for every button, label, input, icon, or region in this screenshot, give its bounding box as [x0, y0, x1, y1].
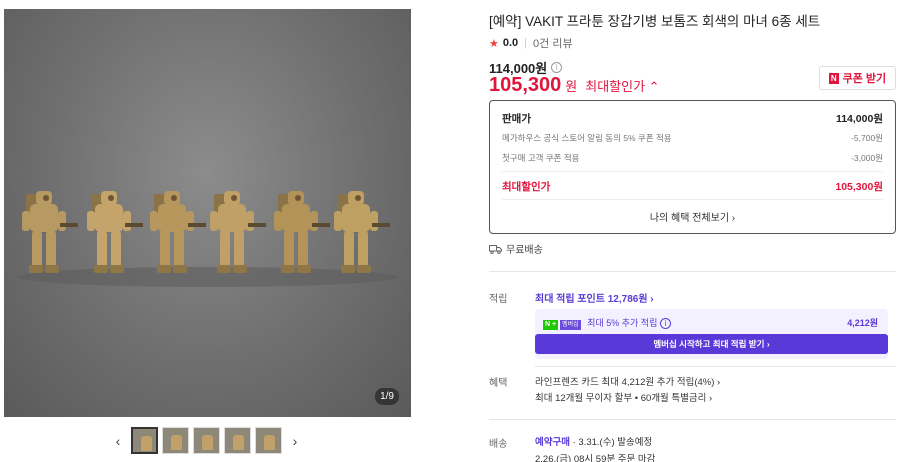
card-benefit-link[interactable]: 라인프렌즈 카드 최대 4,212원 추가 적립(4%) ›: [535, 374, 720, 388]
discount-2-value: -3,000원: [851, 153, 883, 163]
sell-price-value: 114,000원: [835, 113, 883, 125]
image-counter: 1/9: [375, 388, 399, 405]
robot-figure: [274, 191, 330, 273]
product-title: [예약] VAKIT 프라툰 장갑기병 보톰즈 회색의 마녀 6종 세트: [489, 14, 821, 29]
membership-row: N + 멤버십 최대 5% 추가 적립 i 4,212원: [543, 316, 878, 330]
points-section-label: 적립: [489, 294, 508, 305]
robot-figure: [150, 191, 206, 273]
rating-row: ★ 0.0 | 0건 리뷰: [489, 35, 573, 51]
prev-thumb-button[interactable]: ‹: [109, 433, 127, 449]
product-main-image[interactable]: 1/9: [4, 9, 411, 417]
section-divider: [489, 271, 896, 272]
sale-price-row: 105,300 원 최대할인가 ⌃: [489, 74, 660, 97]
sell-price-row: 판매가 114,000원: [502, 111, 883, 126]
thumbnail-2[interactable]: [162, 427, 189, 454]
robot-figure: [334, 191, 390, 273]
naver-plus-icon: N +: [543, 320, 559, 330]
divider: [502, 199, 883, 200]
review-count-link[interactable]: 0건 리뷰: [533, 35, 573, 51]
price-breakdown-box: 판매가 114,000원 메가하우스 공식 스토어 알림 동의 5% 쿠폰 적용…: [489, 100, 896, 234]
next-thumb-button[interactable]: ›: [286, 433, 304, 449]
benefits-section-label: 혜택: [489, 378, 508, 389]
delivery-info: 예약구매 · 3.31.(수) 발송예정: [535, 434, 652, 448]
star-icon: ★: [489, 37, 499, 50]
sale-price-unit: 원: [565, 79, 578, 94]
info-icon[interactable]: i: [551, 62, 563, 73]
preorder-label: 예약구매: [535, 437, 570, 448]
thumbnail-4[interactable]: [224, 427, 251, 454]
membership-badge: 멤버십: [560, 320, 581, 330]
max-discount-row: 최대할인가 105,300원: [502, 179, 883, 194]
discount-1-value: -5,700원: [851, 133, 883, 143]
max-discount-toggle[interactable]: 최대할인가 ⌃: [585, 76, 659, 95]
installment-benefit-link[interactable]: 최대 12개월 무이자 할부 • 60개월 특별금리 ›: [535, 390, 712, 404]
all-benefits-link[interactable]: 나의 혜택 전체보기 ›: [490, 209, 895, 224]
coupon-label: 쿠폰 받기: [842, 73, 887, 85]
divider: |: [524, 37, 528, 49]
membership-amount: 4,212원: [847, 318, 878, 328]
discount-row-1: 메가하우스 공식 스토어 알림 동의 5% 쿠폰 적용 -5,700원: [502, 132, 883, 144]
membership-text: 최대 5% 추가 적립: [587, 318, 658, 328]
info-icon[interactable]: i: [659, 318, 671, 329]
delivery-section-label: 배송: [489, 439, 508, 450]
order-deadline: 2.26.(금) 08시 59분 주문 마감: [535, 454, 656, 462]
thumbnail-1[interactable]: [131, 427, 158, 454]
rating-score: 0.0: [502, 37, 519, 49]
shipping-row: 무료배송: [489, 241, 543, 256]
truck-icon: [489, 244, 502, 254]
max-discount-value: 105,300원: [835, 181, 883, 193]
thumbnail-5[interactable]: [255, 427, 282, 454]
coupon-badge-icon: N: [828, 72, 839, 84]
thumbnail-3[interactable]: [193, 427, 220, 454]
section-divider: [535, 366, 896, 367]
max-discount-label: 최대할인가: [502, 181, 551, 193]
sell-price-label: 판매가: [502, 113, 531, 125]
discount-1-label: 메가하우스 공식 스토어 알림 동의 5% 쿠폰 적용: [502, 133, 672, 143]
thumbnail-strip: ‹ ›: [109, 427, 304, 454]
membership-start-button[interactable]: 멤버십 시작하고 최대 적립 받기 ›: [535, 334, 888, 354]
section-divider: [489, 419, 896, 420]
discount-row-2: 첫구매 고객 쿠폰 적용 -3,000원: [502, 152, 883, 164]
shipping-label: 무료배송: [506, 245, 543, 256]
membership-box: N + 멤버십 최대 5% 추가 적립 i 4,212원 멤버십 시작하고 최대…: [535, 309, 888, 359]
robot-figure: [210, 191, 266, 273]
sale-price: 105,300: [489, 74, 562, 96]
ship-date: · 3.31.(수) 발송예정: [569, 437, 653, 448]
naver-plus-logo: N + 멤버십: [543, 320, 581, 330]
robot-figures-illustration: [17, 191, 397, 287]
robot-figure: [22, 191, 78, 273]
robot-figure: [87, 191, 143, 273]
discount-2-label: 첫구매 고객 쿠폰 적용: [502, 153, 580, 163]
coupon-button[interactable]: N 쿠폰 받기: [819, 66, 896, 90]
divider: [502, 171, 883, 172]
max-points-link[interactable]: 최대 적립 포인트 12,786원 ›: [535, 290, 654, 305]
